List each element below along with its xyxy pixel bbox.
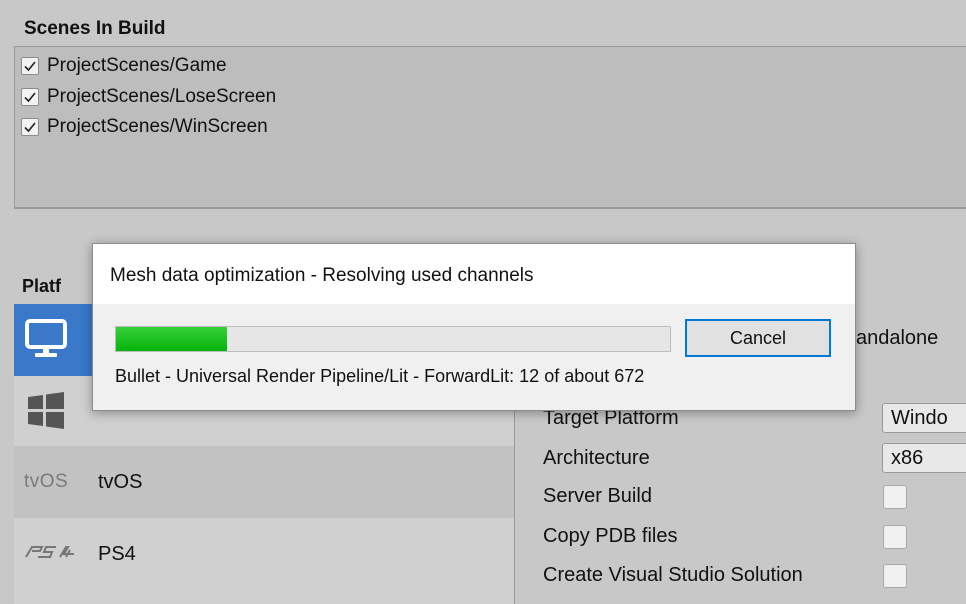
scene-label: ProjectScenes/WinScreen: [47, 116, 268, 137]
copy-pdb-checkbox[interactable]: [883, 525, 907, 549]
create-vs-solution-checkbox[interactable]: [883, 564, 907, 588]
architecture-label: Architecture: [543, 447, 650, 469]
progress-dialog: Mesh data optimization - Resolving used …: [92, 243, 856, 411]
platform-header: Platf: [22, 276, 62, 296]
windows-icon: [24, 388, 68, 437]
progress-fill: [116, 327, 227, 351]
scenes-in-build-header: Scenes In Build: [24, 18, 166, 39]
scene-label: ProjectScenes/Game: [47, 55, 227, 76]
server-build-label: Server Build: [543, 485, 652, 507]
platform-item-ps4[interactable]: PS4: [14, 518, 514, 590]
scene-checkbox[interactable]: [21, 88, 39, 106]
progress-bar: [115, 326, 671, 352]
scenes-list: ProjectScenes/Game ProjectScenes/LoseScr…: [14, 46, 966, 209]
architecture-dropdown[interactable]: x86: [882, 443, 966, 473]
progress-status: Bullet - Universal Render Pipeline/Lit -…: [115, 366, 645, 386]
tvos-logo-icon: tvOS: [24, 471, 69, 492]
platform-item-tvos[interactable]: tvOS tvOS: [14, 446, 514, 518]
checkmark-icon: [24, 122, 36, 133]
checkmark-icon: [24, 92, 36, 103]
scene-row[interactable]: ProjectScenes/LoseScreen: [21, 82, 276, 112]
monitor-icon: [24, 316, 68, 365]
platform-label: tvOS: [98, 470, 143, 493]
platform-title: andalone: [856, 327, 939, 349]
target-platform-dropdown[interactable]: Windo: [882, 403, 966, 433]
platform-label: PS4: [98, 542, 136, 565]
server-build-checkbox[interactable]: [883, 485, 907, 509]
scene-checkbox[interactable]: [21, 118, 39, 136]
scene-label: ProjectScenes/LoseScreen: [47, 86, 277, 107]
create-vs-solution-label: Create Visual Studio Solution: [543, 564, 803, 586]
ps4-logo-icon: [24, 541, 80, 567]
cancel-button[interactable]: Cancel: [685, 319, 831, 357]
dialog-header: Mesh data optimization - Resolving used …: [93, 244, 855, 304]
dialog-title: Mesh data optimization - Resolving used …: [110, 265, 534, 286]
scene-checkbox[interactable]: [21, 57, 39, 75]
checkmark-icon: [24, 61, 36, 72]
scene-row[interactable]: ProjectScenes/Game: [21, 51, 227, 81]
scene-row[interactable]: ProjectScenes/WinScreen: [21, 112, 268, 142]
copy-pdb-label: Copy PDB files: [543, 525, 678, 547]
